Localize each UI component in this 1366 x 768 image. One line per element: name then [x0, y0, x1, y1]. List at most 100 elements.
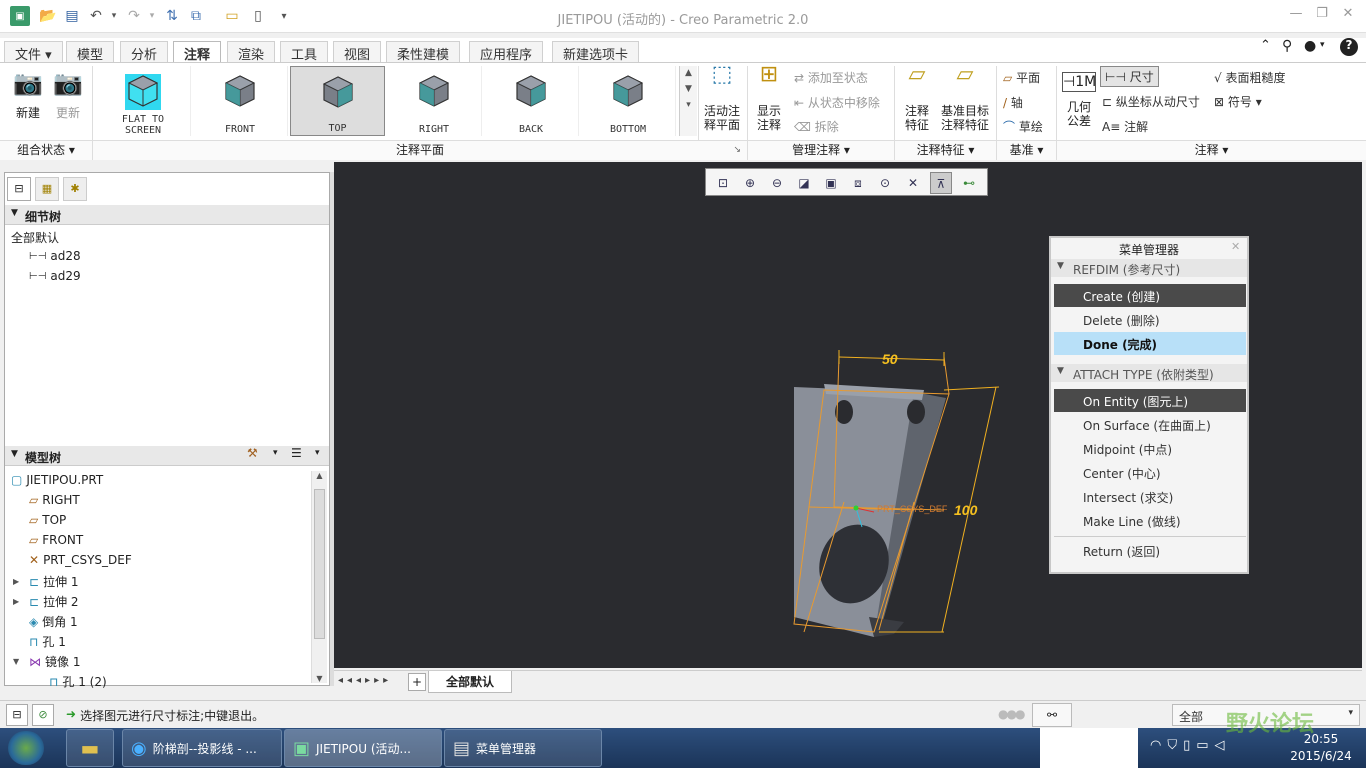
community-dropdown-icon[interactable]: ▾ — [1320, 40, 1325, 50]
add-tab-icon[interactable]: + — [408, 673, 426, 691]
browser-toggle-icon[interactable]: ⊘ — [32, 704, 54, 726]
attach-type-header[interactable]: ▼ ATTACH TYPE (依附类型) — [1051, 364, 1247, 382]
model-tree-item[interactable]: ▱ TOP — [29, 513, 66, 527]
model-tree-item[interactable]: ▱ RIGHT — [29, 493, 80, 507]
surface-finish-button[interactable]: √ 表面粗糙度 — [1214, 69, 1286, 86]
tab-render[interactable]: 渲染 — [227, 41, 276, 63]
view-bottom[interactable]: BOTTOM — [581, 66, 676, 136]
community-icon[interactable]: ● — [1304, 38, 1316, 54]
detail-tree-root[interactable]: 全部默认 — [11, 229, 59, 246]
dialog-launcher-icon[interactable]: ↘ — [733, 141, 741, 160]
favorites-tab-icon[interactable]: ✱ — [63, 177, 87, 201]
collapse-icon[interactable]: ▼ — [11, 449, 18, 459]
collapse-icon[interactable]: ▼ — [1057, 261, 1064, 271]
tab-file[interactable]: 文件 ▾ — [4, 41, 63, 63]
view-flat-to-screen[interactable]: FLAT TO SCREEN — [96, 66, 191, 136]
settings-dropdown-icon[interactable]: ▾ — [273, 448, 278, 458]
collapse-icon[interactable]: ▼ — [1057, 366, 1064, 376]
filter-dropdown-icon[interactable]: ▾ — [1348, 708, 1353, 718]
saved-orientations-icon[interactable]: ⧈ — [847, 172, 869, 194]
help-icon[interactable]: ? — [1340, 38, 1358, 56]
scroll-down-icon[interactable]: ▼ — [312, 674, 327, 683]
view-top[interactable]: TOP — [290, 66, 385, 136]
settings-icon[interactable]: ⚒ — [247, 446, 258, 460]
model-tree-item[interactable]: ▶ ⊏ 拉伸 2 — [13, 593, 79, 610]
menu-item-return[interactable]: Return (返回) — [1054, 539, 1246, 562]
datum-plane-button[interactable]: ▱ 平面 — [1003, 69, 1040, 86]
add-to-state-button[interactable]: ⇄ 添加至状态 — [794, 69, 868, 86]
model-tree-item[interactable]: ▶ ⊏ 拉伸 1 — [13, 573, 79, 590]
tab-view[interactable]: 视图 — [333, 41, 382, 63]
menu-item-delete[interactable]: Delete (删除) — [1054, 308, 1246, 331]
clock-time[interactable]: 20:55 — [1286, 732, 1356, 746]
scroll-up-icon[interactable]: ▲ — [312, 471, 327, 480]
clock-date[interactable]: 2015/6/24 — [1286, 749, 1356, 763]
detail-tree-header[interactable]: ▼ 细节树 — [5, 205, 329, 225]
geometric-tolerance-button[interactable]: ⊣1M 几何 公差 — [1060, 68, 1098, 128]
annotation-feature-button[interactable]: ▱ 注释 特征 — [898, 64, 936, 133]
tab-new-tab[interactable]: 新建选项卡 — [552, 41, 640, 63]
expand-icon[interactable]: ▶ — [13, 597, 19, 606]
taskbar-item-creo[interactable]: ▣ JIETIPOU (活动... — [284, 729, 442, 767]
menu-item-on-surface[interactable]: On Surface (在曲面上) — [1054, 413, 1246, 436]
update-combined-state-button[interactable]: 📷 更新 — [50, 68, 86, 120]
start-button[interactable] — [8, 731, 44, 765]
tab-navigation-icons[interactable]: ◂◂◂▸▸▸ — [338, 675, 392, 686]
model-tree-item[interactable]: ▼ ⋈ 镜像 1 — [13, 653, 80, 670]
taskbar-item-browser[interactable]: ◉ 阶梯剖--投影线 - ... — [122, 729, 282, 767]
model-tree-header[interactable]: ▼ 模型树 ⚒ ▾ ☰ ▾ — [5, 446, 329, 466]
display-style-icon[interactable]: ▣ — [820, 172, 842, 194]
spin-center-icon[interactable]: ⊷ — [958, 172, 980, 194]
tab-applications[interactable]: 应用程序 — [469, 41, 544, 63]
menu-item-make-line[interactable]: Make Line (做线) — [1054, 509, 1246, 532]
minimize-button[interactable]: — — [1284, 6, 1308, 26]
scroll-thumb[interactable] — [314, 489, 325, 639]
gallery-up-icon[interactable]: ▲ — [680, 68, 697, 78]
dimension-button[interactable]: ⊢⊣ 尺寸 — [1100, 66, 1159, 87]
taskbar-item-menu-manager[interactable]: ▤ 菜单管理器 — [444, 729, 602, 767]
detail-tree-item[interactable]: ⊢⊣ ad29 — [29, 269, 81, 283]
model-tree-item[interactable]: ▱ FRONT — [29, 533, 83, 547]
search-icon[interactable]: ⚲ — [1282, 38, 1292, 54]
folder-browser-tab-icon[interactable]: ▦ — [35, 177, 59, 201]
gallery-more-icon[interactable]: ▾ — [680, 100, 697, 110]
model-tree-item[interactable]: ▢ JIETIPOU.PRT — [11, 473, 103, 487]
group-manage-annotations[interactable]: 管理注释 ▾ — [748, 140, 894, 160]
datum-target-button[interactable]: ▱ 基准目标 注释特征 — [938, 64, 992, 133]
new-combined-state-button[interactable]: 📷 新建 — [10, 68, 46, 120]
zoom-in-icon[interactable]: ⊕ — [739, 172, 761, 194]
model-tree-item[interactable]: ✕ PRT_CSYS_DEF — [29, 553, 132, 567]
note-button[interactable]: A≡ 注解 — [1102, 118, 1148, 135]
find-icon[interactable]: ⚯ — [1032, 703, 1072, 727]
group-datum[interactable]: 基准 ▾ — [997, 140, 1056, 160]
active-annotation-plane-button[interactable]: ⬚ 活动注 释平面 — [700, 64, 744, 133]
close-icon[interactable]: ✕ — [1231, 240, 1240, 253]
gallery-down-icon[interactable]: ▼ — [680, 84, 697, 94]
collapse-icon[interactable]: ▼ — [11, 208, 18, 218]
group-combined-state[interactable]: 组合状态 ▾ — [0, 140, 92, 160]
symbol-button[interactable]: ⊠ 符号 ▾ — [1214, 93, 1262, 110]
model-tree-item[interactable]: ⊓ 孔 1 — [29, 633, 66, 650]
model-tree-item[interactable]: ⊓ 孔 1 (2) — [49, 673, 107, 690]
datum-display-icon[interactable]: ✕ — [902, 172, 924, 194]
repaint-icon[interactable]: ◪ — [793, 172, 815, 194]
menu-item-on-entity[interactable]: On Entity (图元上) — [1054, 389, 1246, 412]
restore-button[interactable]: ❐ — [1310, 6, 1334, 26]
sketch-button[interactable]: ⌒ 草绘 — [1003, 118, 1043, 135]
close-button[interactable]: ✕ — [1336, 6, 1360, 26]
tab-all-default[interactable]: 全部默认 — [428, 671, 512, 693]
model-tree-tab-icon[interactable]: ⊟ — [7, 177, 31, 201]
model-tree-scrollbar[interactable]: ▲ ▼ — [311, 471, 327, 683]
tab-tools[interactable]: 工具 — [280, 41, 329, 63]
view-right[interactable]: RIGHT — [387, 66, 482, 136]
group-annotation-features[interactable]: 注释特征 ▾ — [895, 140, 996, 160]
tab-flexible-modeling[interactable]: 柔性建模 — [386, 41, 461, 63]
tray-icons[interactable]: ◠⛉▯▭◁ — [1150, 738, 1231, 753]
explorer-taskbar-button[interactable]: ▬ — [66, 729, 114, 767]
gallery-scroll[interactable]: ▲ ▼ ▾ — [679, 66, 697, 136]
dimension-50-label[interactable]: 50 — [882, 351, 898, 367]
refdim-header[interactable]: ▼ REFDIM (参考尺寸) — [1051, 259, 1247, 277]
tab-analysis[interactable]: 分析 — [120, 41, 169, 63]
dimension-100-label[interactable]: 100 — [954, 502, 978, 518]
annotation-display-icon[interactable]: ⊼ — [930, 172, 952, 194]
